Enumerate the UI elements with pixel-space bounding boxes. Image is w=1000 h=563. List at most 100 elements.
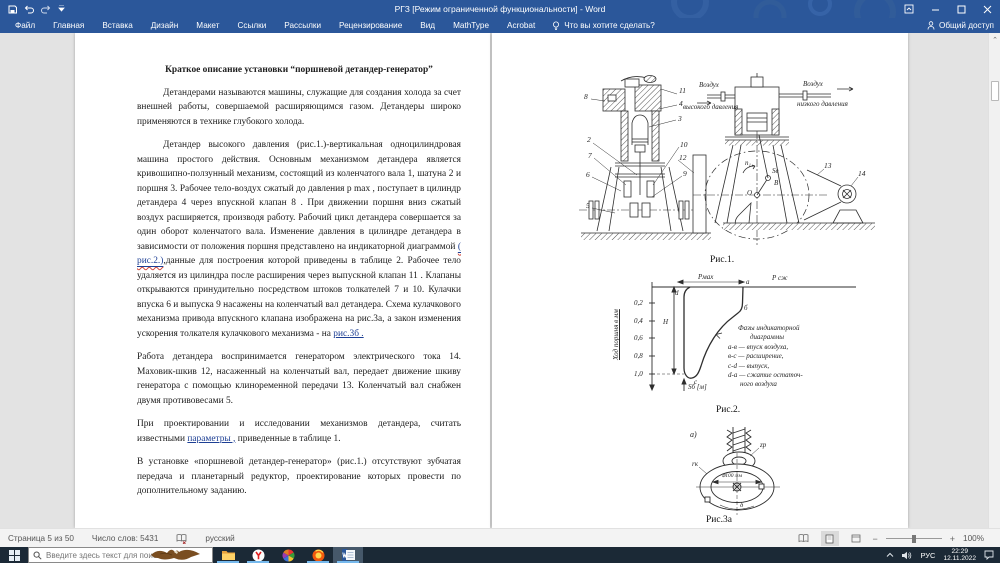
- proofing-errors-icon[interactable]: [176, 533, 187, 544]
- fig2-tick-06: 0,6: [634, 334, 643, 342]
- fig2-pmax-label: Рмах: [698, 273, 713, 281]
- tab-home[interactable]: Главная: [44, 18, 93, 33]
- tab-layout[interactable]: Макет: [187, 18, 228, 33]
- quick-access-toolbar: [8, 0, 65, 18]
- link-fig3b[interactable]: рис.3б .: [333, 329, 363, 339]
- zoom-in-button[interactable]: +: [950, 534, 955, 544]
- fig3-diameter-label: ⌀100 мм: [722, 473, 742, 479]
- fig3-rk-label: rк: [692, 460, 698, 468]
- paragraph-intro[interactable]: Детандерами называются машины, служащие …: [137, 86, 461, 130]
- fig1-part-12: 12: [679, 153, 687, 162]
- taskbar-orange-app-button[interactable]: [303, 547, 333, 563]
- action-center-icon[interactable]: [984, 550, 994, 560]
- lightbulb-icon: [552, 21, 560, 31]
- tell-me-box[interactable]: Что вы хотите сделать?: [544, 21, 655, 31]
- document-area: Краткое описание установки “поршневой де…: [0, 33, 1000, 528]
- tab-references[interactable]: Ссылки: [228, 18, 275, 33]
- undo-icon[interactable]: [24, 5, 34, 14]
- customize-qat-icon[interactable]: [58, 5, 65, 13]
- page-right[interactable]: Воздух высокого давления Воздух низкого …: [492, 33, 908, 528]
- document-heading[interactable]: Краткое описание установки “поршневой де…: [137, 63, 461, 78]
- fig1-air-right-line1: Воздух: [803, 80, 823, 88]
- taskbar-mosaic-app-button[interactable]: [273, 547, 303, 563]
- close-button[interactable]: [974, 0, 1000, 18]
- fig3-zr-label: zр: [760, 441, 766, 449]
- search-icon: [33, 551, 42, 560]
- tray-date: 12.11.2022: [943, 555, 976, 563]
- fig1-air-left-line2: высокого давления: [683, 103, 738, 111]
- tab-mathtype[interactable]: MathType: [444, 18, 498, 33]
- fig1-part-7: 7: [588, 151, 592, 160]
- fig2-h-label: Н: [663, 318, 668, 326]
- speaker-icon[interactable]: [902, 551, 912, 560]
- share-label: Общий доступ: [939, 21, 994, 30]
- zoom-level[interactable]: 100%: [963, 534, 984, 543]
- fig1-part-6: 6: [586, 170, 590, 179]
- zoom-out-button[interactable]: −: [873, 534, 878, 544]
- fig3-delta-label: δ: [740, 501, 743, 509]
- taskbar-clock[interactable]: 22:29 12.11.2022: [943, 548, 976, 563]
- figure-2-caption: Рис.2.: [716, 405, 740, 415]
- scrollbar-thumb[interactable]: [991, 81, 999, 101]
- minimize-button[interactable]: [922, 0, 948, 18]
- fig2-point-b: б: [744, 304, 748, 312]
- ribbon-display-options-button[interactable]: [896, 0, 922, 18]
- tab-design[interactable]: Дизайн: [142, 18, 188, 33]
- page-indicator[interactable]: Страница 5 из 50: [8, 534, 74, 543]
- fig2-y-axis-label: Ход поршня в мм: [612, 309, 620, 360]
- fig1-b-label: В: [774, 179, 778, 187]
- zoom-slider[interactable]: [886, 531, 942, 546]
- word-count[interactable]: Число слов: 5431: [92, 534, 158, 543]
- fig3-a-label: а): [690, 430, 697, 439]
- save-icon[interactable]: [8, 5, 17, 14]
- print-layout-button[interactable]: [821, 531, 839, 546]
- collapse-ribbon-icon[interactable]: ⌃: [990, 36, 1000, 46]
- orange-circle-app-icon: [312, 549, 325, 562]
- fig2-tick-10: 1,0: [634, 370, 643, 378]
- hidden-icons-chevron-icon[interactable]: [886, 552, 894, 558]
- tab-view[interactable]: Вид: [411, 18, 444, 33]
- tab-acrobat[interactable]: Acrobat: [498, 18, 544, 33]
- zoom-slider-thumb[interactable]: [912, 535, 916, 543]
- tell-me-label: Что вы хотите сделать?: [564, 21, 655, 30]
- read-mode-button[interactable]: [795, 531, 813, 546]
- link-parameters[interactable]: параметры ,: [187, 434, 235, 444]
- taskbar-word-button[interactable]: [333, 547, 363, 563]
- taskbar-explorer-button[interactable]: [213, 547, 243, 563]
- language-indicator[interactable]: русский: [205, 534, 234, 543]
- fig1-air-left-line1: Воздух: [699, 81, 719, 89]
- fig1-n1-label: n₁: [745, 159, 751, 167]
- ribbon-tab-row: Файл Главная Вставка Дизайн Макет Ссылки…: [0, 18, 1000, 33]
- title-bar: РГЗ [Режим ограниченной функциональности…: [0, 0, 1000, 18]
- fig1-part-14: 14: [858, 169, 866, 178]
- paragraph-main[interactable]: Детандер высокого давления (рис.1.)-верт…: [137, 138, 461, 341]
- vertical-scrollbar[interactable]: ⌃: [988, 33, 1000, 528]
- tab-mailings[interactable]: Рассылки: [275, 18, 330, 33]
- fig2-pszh-label: Р сж: [772, 274, 788, 282]
- fig1-part-3: 3: [678, 114, 682, 123]
- paragraph-work[interactable]: Работа детандера воспринимается генерато…: [137, 350, 461, 408]
- web-layout-button[interactable]: [847, 531, 865, 546]
- figure-3a-cam-mechanism: а) zр rк ⌀100 мм δ: [680, 425, 800, 517]
- redo-icon[interactable]: [41, 5, 51, 14]
- fig1-part-2: 2: [587, 135, 591, 144]
- fig1-part-5: 5: [586, 201, 590, 210]
- page-left[interactable]: Краткое описание установки “поршневой де…: [75, 33, 490, 528]
- word-icon: [342, 549, 355, 561]
- start-button[interactable]: [0, 547, 28, 563]
- tab-review[interactable]: Рецензирование: [330, 18, 411, 33]
- taskbar-yandex-browser-button[interactable]: [243, 547, 273, 563]
- language-tray-indicator[interactable]: РУС: [920, 551, 935, 560]
- paragraph-design[interactable]: При проектировании и исследовании механи…: [137, 417, 461, 446]
- fig1-part-10: 10: [680, 140, 688, 149]
- fig2-legend: Фазы индикаторной диаграммы а-в — впуск …: [728, 324, 803, 390]
- mosaic-app-icon: [282, 549, 295, 562]
- figure-1-caption: Рис.1.: [710, 255, 734, 265]
- tab-file[interactable]: Файл: [6, 18, 44, 33]
- maximize-button[interactable]: [948, 0, 974, 18]
- paragraph-final[interactable]: В установке «поршневой детандер-генерато…: [137, 455, 461, 499]
- tab-insert[interactable]: Вставка: [93, 18, 141, 33]
- document-text[interactable]: Краткое описание установки “поршневой де…: [137, 63, 461, 508]
- share-button[interactable]: Общий доступ: [927, 18, 994, 33]
- fig2-tick-02: 0,2: [634, 299, 643, 307]
